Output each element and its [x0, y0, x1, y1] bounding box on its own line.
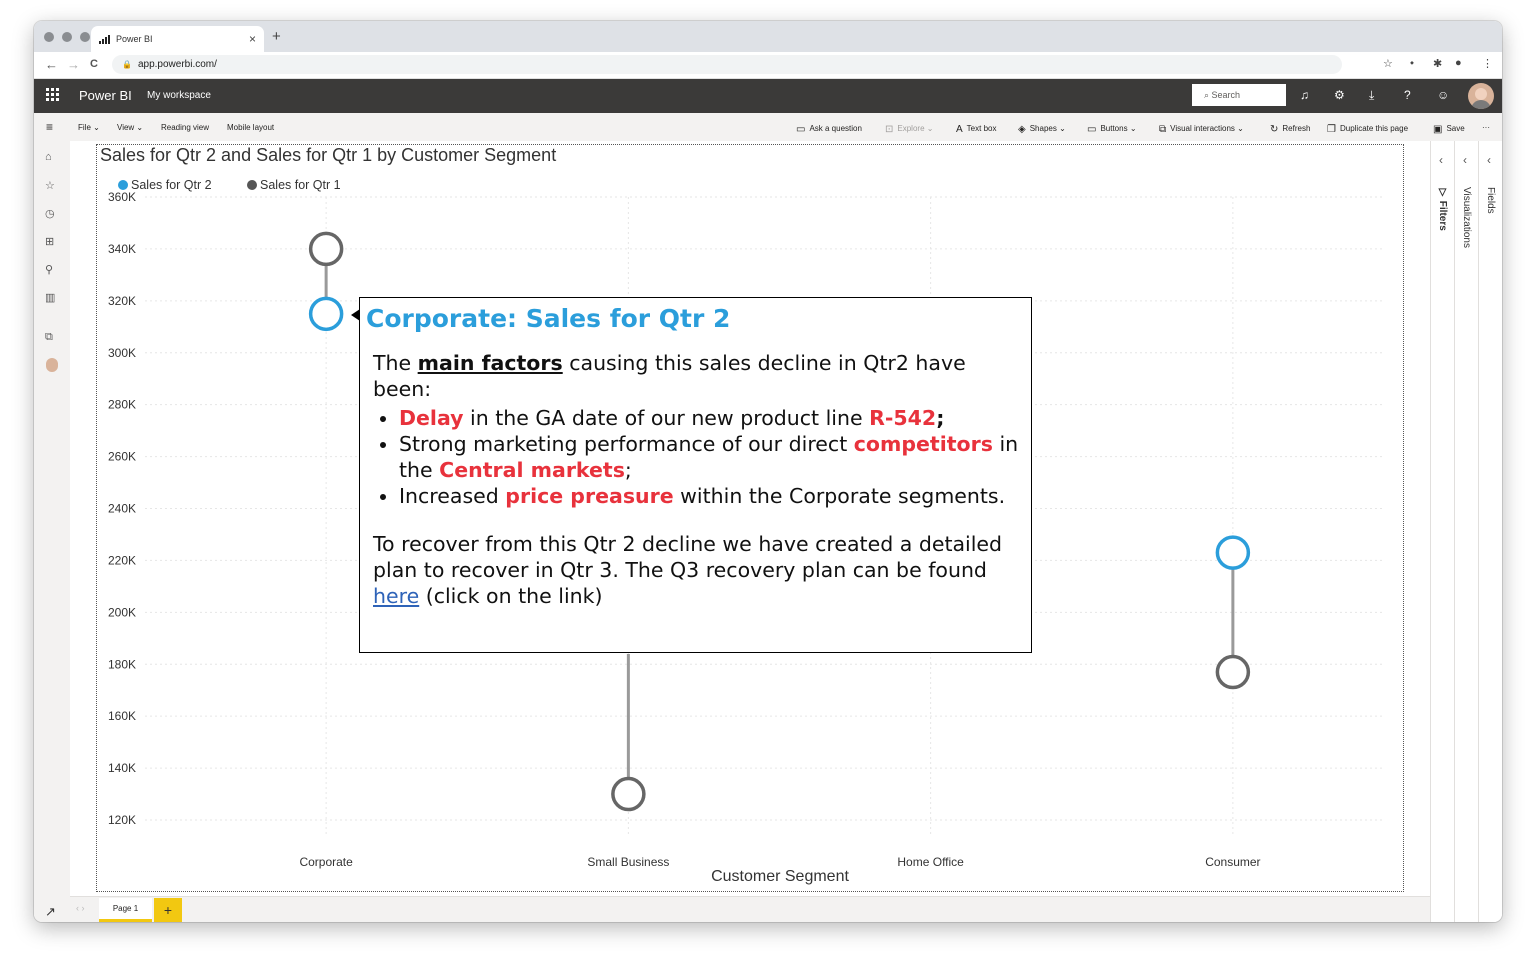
recovery-plan-link[interactable]: here — [373, 584, 419, 608]
y-tick-label: 340K — [108, 242, 136, 256]
x-tick-label: Corporate — [299, 855, 353, 869]
filters-label: Filters — [1437, 200, 1448, 231]
callout-title: Corporate: Sales for Qtr 2 — [366, 304, 731, 333]
filters-pane-label: ▽ Filters — [1437, 187, 1448, 231]
factor-item: Delay in the GA date of our new product … — [399, 405, 1023, 431]
callout-body: The main factors causing this sales decl… — [373, 350, 1023, 609]
outro-text: To recover from this Qtr 2 decline we ha… — [373, 532, 1003, 582]
factor-list: Delay in the GA date of our new product … — [373, 405, 1023, 509]
callout-intro: The main factors causing this sales decl… — [373, 350, 1023, 402]
chevron-left-icon[interactable]: ‹ — [1487, 153, 1491, 167]
intro-text: The — [373, 351, 418, 375]
competitors-text: competitors — [853, 432, 993, 456]
y-tick-label: 200K — [108, 605, 136, 619]
filters-pane[interactable]: ‹ ▽ Filters — [1430, 141, 1455, 922]
punctuation: ; — [936, 406, 945, 430]
qtr1-marker — [1215, 654, 1251, 690]
y-tick-label: 320K — [108, 294, 136, 308]
page-scroll-left-icon[interactable]: ‹ › — [76, 903, 85, 913]
qtr1-marker — [308, 231, 344, 267]
factor-text: in the GA date of our new product line — [463, 406, 870, 430]
factor-text: Increased — [399, 484, 506, 508]
y-tick-label: 300K — [108, 346, 136, 360]
chevron-left-icon[interactable]: ‹ — [1439, 153, 1443, 167]
factor-text: within the Corporate segments. — [673, 484, 1006, 508]
y-tick-label: 160K — [108, 709, 136, 723]
x-tick-label: Small Business — [587, 855, 669, 869]
y-tick-label: 360K — [108, 190, 136, 204]
y-tick-label: 260K — [108, 450, 136, 464]
qtr2-marker — [308, 296, 344, 332]
qtr2-marker — [1215, 535, 1251, 570]
fields-pane[interactable]: ‹ Fields — [1478, 141, 1502, 922]
y-tick-label: 120K — [108, 813, 136, 827]
factor-item: Increased price preasure within the Corp… — [399, 483, 1023, 509]
visualizations-pane-label: Visualizations — [1461, 187, 1472, 248]
central-markets-text: Central markets — [439, 458, 625, 482]
visualizations-pane[interactable]: ‹ Visualizations — [1454, 141, 1479, 922]
y-tick-label: 240K — [108, 502, 136, 516]
price-pressure-text: price preasure — [505, 484, 674, 508]
x-tick-label: Consumer — [1205, 855, 1260, 869]
factor-text: Strong marketing performance of our dire… — [399, 432, 854, 456]
chevron-left-icon[interactable]: ‹ — [1463, 153, 1467, 167]
x-axis-label: Customer Segment — [711, 868, 849, 885]
main-factors-text: main factors — [417, 351, 563, 375]
y-tick-label: 140K — [108, 761, 136, 775]
y-tick-label: 220K — [108, 553, 136, 567]
outro-text-end: (click on the link) — [419, 584, 603, 608]
punctuation: ; — [624, 458, 632, 482]
tooltip-callout: Corporate: Sales for Qtr 2 The main fact… — [359, 297, 1032, 653]
y-tick-label: 180K — [108, 657, 136, 671]
qtr1-marker — [611, 776, 646, 812]
page-tabs-bar: ‹ › Page 1 + — [70, 896, 1430, 922]
tab-page-1[interactable]: Page 1 — [99, 898, 152, 922]
delay-text: Delay — [399, 406, 464, 430]
product-line-text: R-542 — [869, 406, 937, 430]
callout-outro: To recover from this Qtr 2 decline we ha… — [373, 531, 1023, 609]
add-page-button[interactable]: + — [154, 898, 182, 922]
x-tick-label: Home Office — [897, 855, 964, 869]
y-tick-label: 280K — [108, 398, 136, 412]
factor-item: Strong marketing performance of our dire… — [399, 431, 1023, 483]
browser-window: Power BI × + ← → C 🔒 app.powerbi.com/ ☆ ⬩… — [34, 21, 1502, 922]
expand-nav-icon[interactable]: ↗ — [45, 904, 56, 920]
fields-pane-label: Fields — [1485, 187, 1496, 214]
